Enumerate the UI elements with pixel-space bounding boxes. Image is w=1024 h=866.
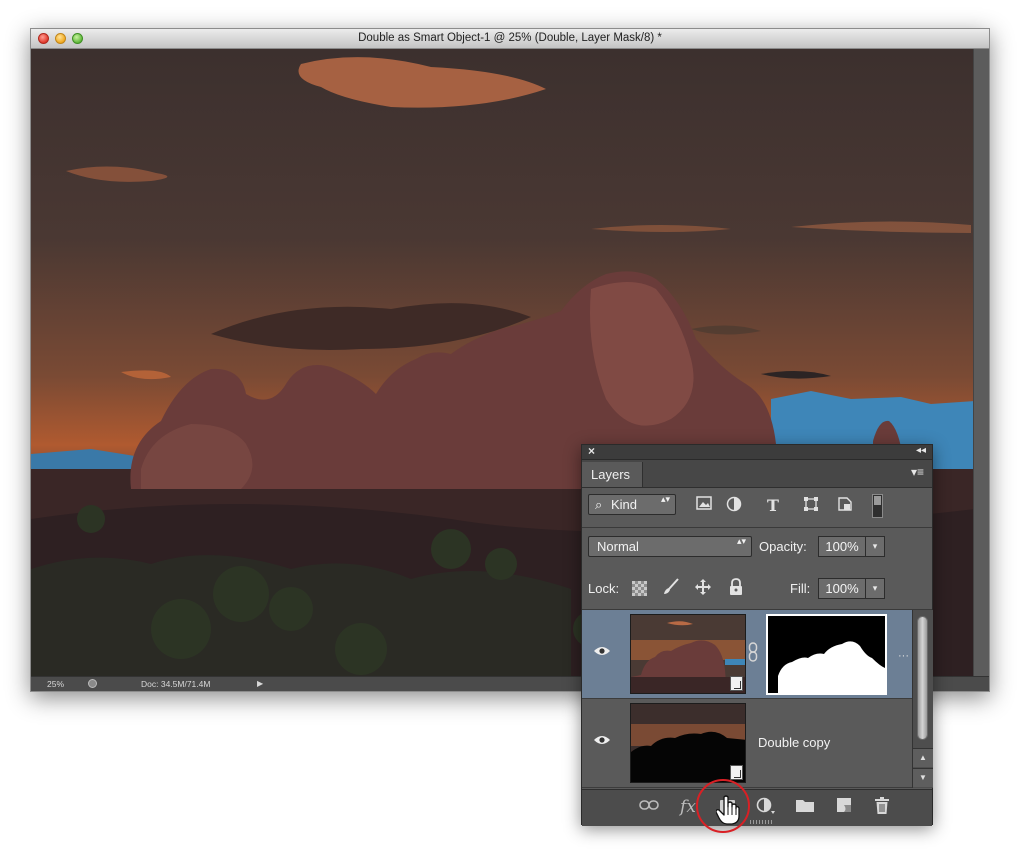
layers-panel: × ◂◂ Layers ▾≡ ⌕ Kind ▴▾ T Normal ▴▾ Opa… bbox=[581, 444, 933, 826]
updown-arrow-icon: ▴▾ bbox=[736, 536, 746, 546]
cloud bbox=[761, 370, 831, 379]
link-layers-icon[interactable] bbox=[638, 797, 660, 817]
image-filter-icon[interactable] bbox=[694, 496, 714, 515]
info-icon[interactable] bbox=[88, 679, 97, 688]
filter-kind-label: Kind bbox=[611, 497, 638, 512]
filter-row: ⌕ Kind ▴▾ T bbox=[582, 487, 932, 528]
cloud bbox=[121, 370, 171, 380]
adjustment-filter-icon[interactable] bbox=[724, 496, 744, 515]
layer-row[interactable]: ··· bbox=[582, 610, 912, 699]
status-menu-arrow-icon[interactable]: ▶ bbox=[257, 679, 263, 688]
hand-cursor-icon bbox=[715, 795, 740, 830]
updown-arrow-icon: ▴▾ bbox=[660, 494, 670, 504]
opacity-dropdown-icon[interactable]: ▾ bbox=[865, 536, 885, 557]
cloud bbox=[298, 57, 546, 108]
layer-row[interactable]: Double copy bbox=[582, 699, 912, 788]
collapse-icon[interactable]: ◂◂ bbox=[916, 445, 926, 456]
smart-object-badge-icon bbox=[730, 765, 743, 780]
smart-object-filter-icon[interactable] bbox=[835, 496, 855, 515]
close-icon[interactable]: × bbox=[588, 444, 595, 458]
panel-header: × ◂◂ bbox=[582, 444, 932, 460]
layers-bottom-toolbar: fx bbox=[582, 789, 932, 826]
fill-field[interactable]: 100% bbox=[818, 578, 866, 599]
visibility-eye-icon[interactable] bbox=[593, 644, 611, 661]
blend-mode-select[interactable]: Normal ▴▾ bbox=[588, 536, 752, 557]
lock-all-icon[interactable] bbox=[727, 578, 745, 598]
opacity-label: Opacity: bbox=[759, 539, 807, 554]
scroll-up-arrow-icon[interactable]: ▲ bbox=[913, 748, 933, 767]
title-bar: Double as Smart Object-1 @ 25% (Double, … bbox=[31, 29, 989, 49]
lock-transparency-icon[interactable] bbox=[632, 581, 647, 596]
opacity-field[interactable]: 100% bbox=[818, 536, 866, 557]
vertical-scrollbar[interactable] bbox=[973, 49, 989, 678]
cloud bbox=[66, 166, 168, 182]
mask-link-icon[interactable] bbox=[748, 642, 758, 666]
lock-paint-brush-icon[interactable] bbox=[662, 578, 680, 598]
new-group-folder-icon[interactable] bbox=[794, 797, 816, 817]
scrollbar-thumb[interactable] bbox=[917, 616, 928, 740]
panel-tab-row: Layers ▾≡ bbox=[582, 460, 932, 488]
lock-label: Lock: bbox=[588, 581, 620, 596]
layers-list: ··· Double copy bbox=[582, 610, 912, 788]
blend-mode-value: Normal bbox=[597, 539, 639, 554]
fill-label: Fill: bbox=[790, 581, 811, 596]
scroll-down-arrow-icon[interactable]: ▼ bbox=[913, 768, 933, 787]
cloud bbox=[791, 221, 971, 233]
lock-row: Lock: Fill: 100% ▾ bbox=[582, 569, 932, 610]
shape-filter-icon[interactable] bbox=[801, 496, 821, 515]
new-layer-icon[interactable] bbox=[833, 797, 855, 817]
layers-scrollbar[interactable]: ▲ ▼ bbox=[912, 610, 933, 788]
visibility-eye-icon[interactable] bbox=[593, 733, 611, 750]
document-title: Double as Smart Object-1 @ 25% (Double, … bbox=[358, 32, 662, 44]
resize-grip[interactable] bbox=[750, 820, 772, 824]
cloud bbox=[691, 325, 761, 335]
panel-menu-icon[interactable]: ▾≡ bbox=[911, 465, 924, 479]
smart-object-badge-icon bbox=[730, 676, 743, 691]
layer-thumbnail[interactable] bbox=[630, 614, 746, 694]
cloud bbox=[591, 225, 731, 232]
blend-row: Normal ▴▾ Opacity: 100% ▾ bbox=[582, 529, 932, 567]
more-dots-icon: ··· bbox=[898, 650, 909, 662]
filter-kind-select[interactable]: ⌕ Kind ▴▾ bbox=[588, 494, 676, 515]
search-icon: ⌕ bbox=[595, 497, 603, 512]
lock-position-move-icon[interactable] bbox=[694, 578, 712, 598]
doc-size: Doc: 34.5M/71.4M bbox=[141, 679, 211, 689]
type-filter-icon[interactable]: T bbox=[763, 496, 783, 515]
tab-layers[interactable]: Layers bbox=[582, 462, 643, 487]
fill-dropdown-icon[interactable]: ▾ bbox=[865, 578, 885, 599]
trash-icon[interactable] bbox=[871, 797, 893, 817]
filter-toggle-switch[interactable] bbox=[872, 494, 883, 518]
layer-thumbnail[interactable] bbox=[630, 703, 746, 783]
zoom-level[interactable]: 25% bbox=[47, 679, 64, 689]
layer-name[interactable]: Double copy bbox=[758, 735, 830, 750]
layer-mask-thumbnail[interactable] bbox=[766, 614, 887, 695]
adjustment-layer-icon[interactable] bbox=[755, 797, 777, 817]
